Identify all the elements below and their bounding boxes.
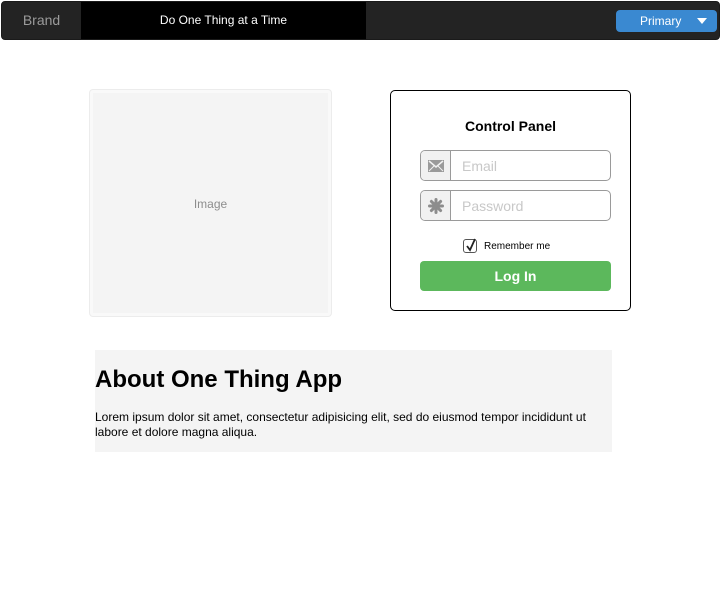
password-field bbox=[420, 190, 611, 221]
image-placeholder-label: Image bbox=[193, 197, 228, 211]
email-input[interactable] bbox=[452, 151, 610, 180]
nav-item-active[interactable]: Do One Thing at a Time bbox=[81, 2, 366, 39]
remember-me-checkbox[interactable] bbox=[463, 238, 477, 253]
about-section: About One Thing App Lorem ipsum dolor si… bbox=[95, 350, 612, 452]
caret-down-icon bbox=[697, 18, 707, 24]
remember-me: Remember me bbox=[463, 238, 550, 254]
about-title: About One Thing App bbox=[95, 366, 343, 393]
control-panel-title: Control Panel bbox=[464, 118, 556, 134]
password-input[interactable] bbox=[452, 191, 610, 220]
control-panel: Control Panel Email Remember me Log In bbox=[390, 90, 631, 311]
email-field bbox=[420, 150, 611, 181]
primary-dropdown-button[interactable]: Primary bbox=[616, 10, 717, 32]
image-placeholder: Image bbox=[90, 90, 331, 316]
asterisk-icon bbox=[421, 191, 451, 220]
checkmark-icon bbox=[466, 238, 476, 252]
page: Brand Do One Thing at a Time Primary Ima… bbox=[0, 0, 721, 601]
brand-link[interactable]: Brand bbox=[2, 2, 81, 39]
primary-button-label: Primary bbox=[640, 14, 682, 28]
about-text: Lorem ipsum dolor sit amet, consectetur … bbox=[95, 410, 586, 439]
top-navbar: Brand Do One Thing at a Time Primary bbox=[1, 1, 720, 40]
login-button[interactable]: Log In bbox=[420, 261, 611, 291]
remember-me-label: Remember me bbox=[484, 240, 551, 252]
envelope-icon bbox=[421, 151, 451, 180]
